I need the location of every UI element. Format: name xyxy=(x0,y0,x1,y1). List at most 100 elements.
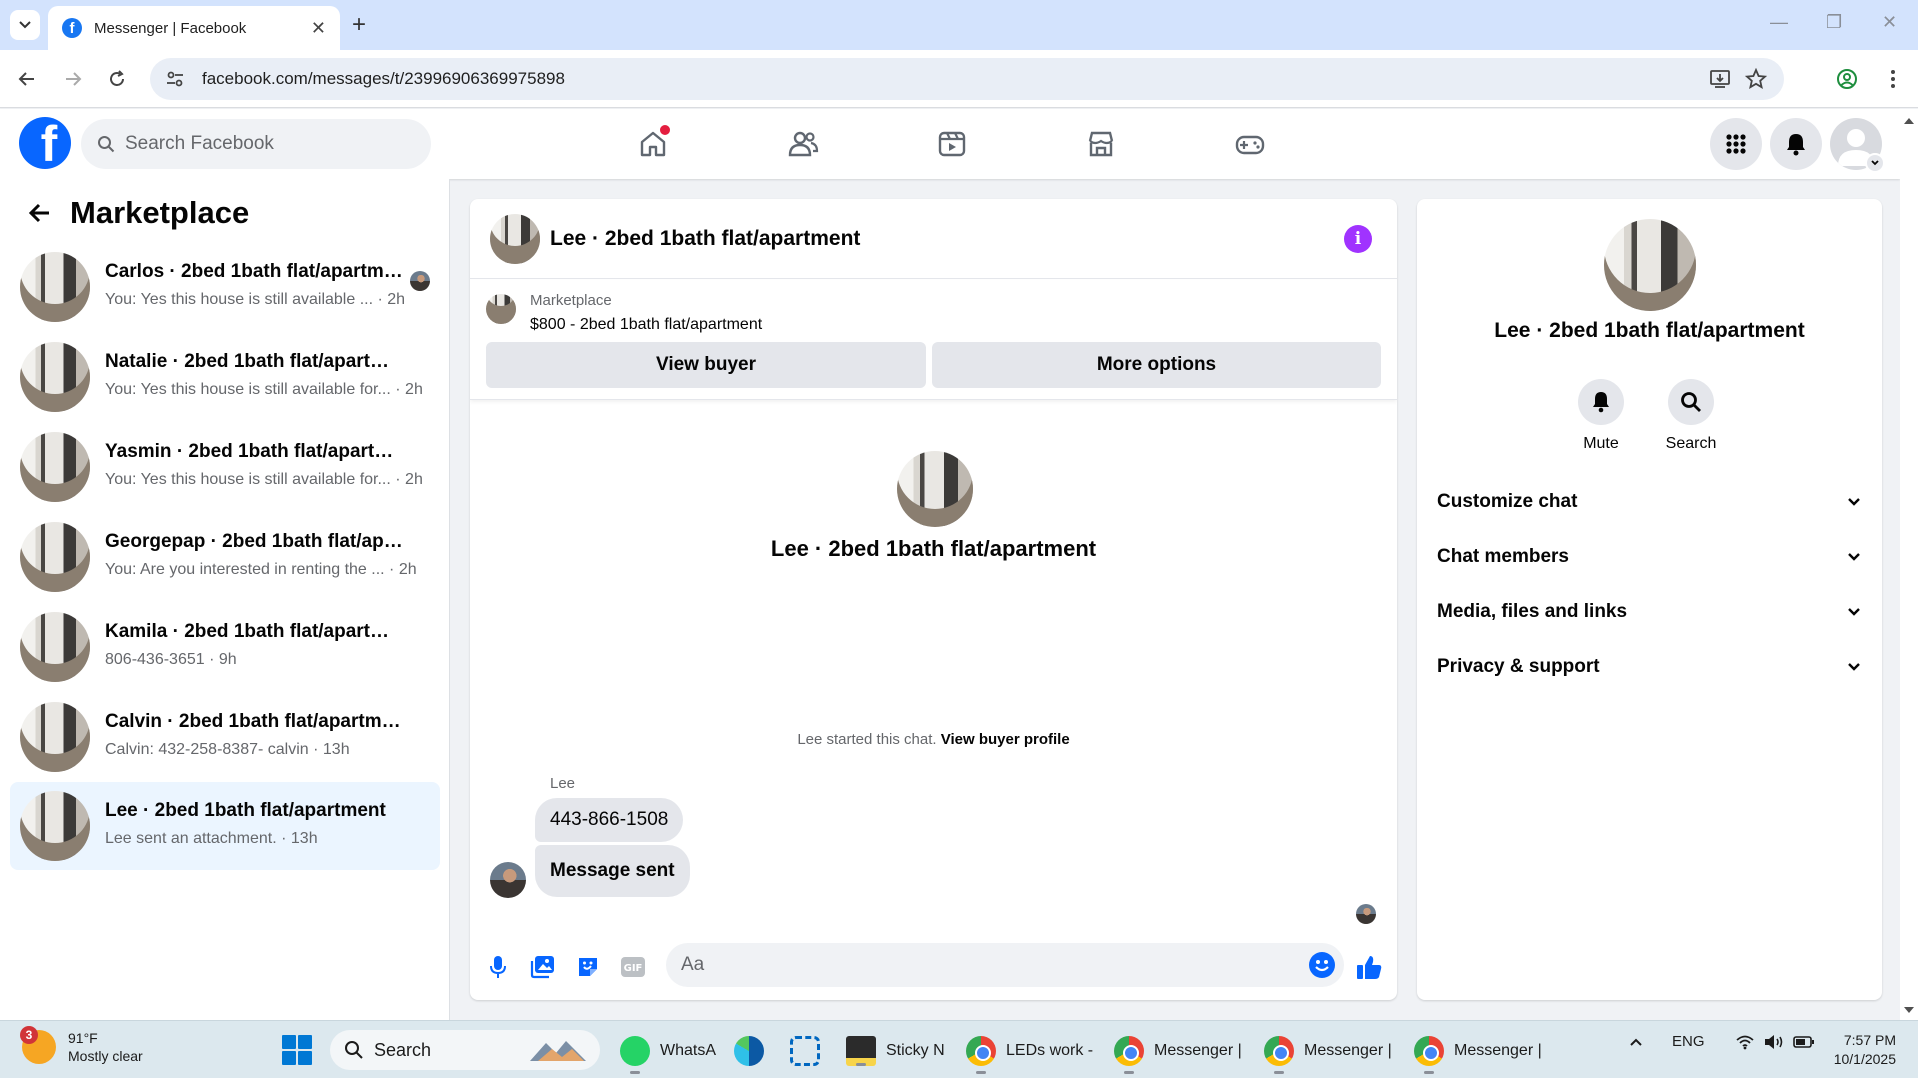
notifications-button[interactable] xyxy=(1770,118,1822,170)
language-indicator[interactable]: ENG xyxy=(1672,1033,1705,1050)
search-in-chat-button[interactable]: Search xyxy=(1651,379,1731,453)
search-highlight-icon xyxy=(530,1041,586,1061)
nav-video[interactable] xyxy=(897,119,1007,169)
browser-tab[interactable]: f Messenger | Facebook ✕ xyxy=(48,6,340,50)
close-tab-icon[interactable]: ✕ xyxy=(311,18,326,39)
wifi-icon[interactable] xyxy=(1735,1034,1755,1050)
close-window-icon[interactable]: ✕ xyxy=(1882,12,1897,33)
browser-tabstrip: f Messenger | Facebook ✕ + — ❐ ✕ xyxy=(0,0,1918,50)
browser-toolbar: facebook.com/messages/t/2399690636997589… xyxy=(0,50,1918,108)
snippet-time: · 2h xyxy=(395,471,423,488)
taskbar-sticky-notes[interactable]: Sticky N xyxy=(846,1031,945,1071)
account-chevron-icon[interactable] xyxy=(1865,153,1885,173)
listing-thumbnail[interactable] xyxy=(486,294,516,324)
conversation-item[interactable]: Kamila · 2bed 1bath flat/apartment 806-43… xyxy=(10,603,440,691)
taskbar-snipping-tool[interactable] xyxy=(790,1031,830,1071)
sender-name: Lee xyxy=(550,775,576,792)
message-input[interactable]: Aa xyxy=(666,943,1344,987)
view-buyer-profile-link[interactable]: View buyer profile xyxy=(941,731,1070,748)
taskbar-app-label: Messenger | xyxy=(1454,1042,1542,1059)
media-files-links-row[interactable]: Media, files and links xyxy=(1425,589,1874,635)
conversation-avatar xyxy=(20,342,90,412)
friends-icon xyxy=(788,131,819,157)
page-scrollbar[interactable] xyxy=(1900,109,1918,1020)
taskbar-app-label: Messenger | xyxy=(1154,1042,1242,1059)
scroll-down-icon[interactable] xyxy=(1900,1002,1918,1018)
chat-avatar[interactable] xyxy=(490,214,540,264)
bookmark-star-icon[interactable] xyxy=(1738,61,1774,97)
address-bar[interactable]: facebook.com/messages/t/2399690636997589… xyxy=(150,58,1784,100)
nav-home[interactable] xyxy=(598,119,708,169)
chevron-up-icon[interactable] xyxy=(1628,1034,1644,1050)
new-tab-button[interactable]: + xyxy=(352,11,366,39)
conversation-name: Calvin · 2bed 1bath flat/apartment xyxy=(105,711,405,732)
nav-friends[interactable] xyxy=(748,119,858,169)
chevron-down-icon xyxy=(1848,663,1860,671)
back-button[interactable] xyxy=(10,62,44,96)
gif-icon[interactable]: GIF xyxy=(615,949,651,985)
nav-gaming[interactable] xyxy=(1195,119,1305,169)
arrow-left-icon xyxy=(18,72,34,86)
chrome-icon xyxy=(1114,1036,1144,1074)
conversation-item[interactable]: Carlos · 2bed 1bath flat/apartme... You: … xyxy=(10,243,440,331)
snippet-text: Calvin: 432-258-8387- calvin xyxy=(105,741,309,758)
snippet-time: · 9h xyxy=(209,651,237,668)
volume-icon[interactable] xyxy=(1763,1034,1785,1050)
view-buyer-button[interactable]: View buyer xyxy=(486,342,926,388)
browser-menu-icon[interactable] xyxy=(1876,62,1910,96)
message-bubble[interactable]: Message sent xyxy=(535,845,690,897)
nav-marketplace[interactable] xyxy=(1046,119,1156,169)
chat-members-row[interactable]: Chat members xyxy=(1425,534,1874,580)
mute-button[interactable]: Mute xyxy=(1561,379,1641,453)
taskbar-edge[interactable] xyxy=(734,1031,774,1071)
facebook-search-input[interactable]: Search Facebook xyxy=(81,119,431,169)
site-info-icon[interactable] xyxy=(164,68,186,90)
whatsapp-icon xyxy=(620,1036,650,1074)
emoji-icon[interactable] xyxy=(1308,951,1336,979)
start-button[interactable] xyxy=(282,1035,312,1065)
info-icon[interactable]: i xyxy=(1344,225,1372,253)
weather-widget[interactable]: 3 91°F Mostly clear xyxy=(20,1026,143,1065)
chevron-down-icon xyxy=(1848,553,1860,561)
battery-icon[interactable] xyxy=(1792,1035,1815,1049)
chrome-icon xyxy=(1264,1036,1294,1074)
sender-avatar[interactable] xyxy=(490,862,526,898)
more-options-button[interactable]: More options xyxy=(932,342,1381,388)
conversation-item[interactable]: Lee · 2bed 1bath flat/apartment Lee sent … xyxy=(10,782,440,870)
scroll-up-icon[interactable] xyxy=(1900,113,1918,129)
taskbar-search[interactable]: Search xyxy=(330,1030,600,1070)
customize-chat-row[interactable]: Customize chat xyxy=(1425,479,1874,525)
taskbar-chrome-2[interactable]: Messenger | xyxy=(1114,1031,1242,1074)
like-button[interactable] xyxy=(1351,949,1387,985)
minimize-icon[interactable]: — xyxy=(1770,12,1788,33)
privacy-support-row[interactable]: Privacy & support xyxy=(1425,644,1874,690)
conversation-item[interactable]: Natalie · 2bed 1bath flat/apartment You: … xyxy=(10,333,440,421)
photo-icon[interactable] xyxy=(525,949,561,985)
profile-icon[interactable] xyxy=(1830,62,1864,96)
taskbar-chrome-1[interactable]: LEDs work - xyxy=(966,1031,1093,1074)
restore-icon[interactable]: ❐ xyxy=(1826,12,1842,33)
conversation-item[interactable]: Georgepap · 2bed 1bath flat/apart... You:… xyxy=(10,513,440,601)
taskbar-chrome-4[interactable]: Messenger | xyxy=(1414,1031,1542,1074)
clock[interactable]: 7:57 PM 10/1/2025 xyxy=(1826,1031,1896,1069)
tab-search-button[interactable] xyxy=(10,10,40,40)
conversation-item[interactable]: Calvin · 2bed 1bath flat/apartment Calvin… xyxy=(10,693,440,781)
chat-title[interactable]: Lee · 2bed 1bath flat/apartment xyxy=(550,227,860,251)
section-label: Privacy & support xyxy=(1437,656,1600,677)
taskbar-chrome-3[interactable]: Messenger | xyxy=(1264,1031,1392,1074)
install-app-icon[interactable] xyxy=(1702,61,1738,97)
info-avatar[interactable] xyxy=(1604,219,1696,311)
message-bubble[interactable]: 443-866-1508 xyxy=(535,798,684,842)
voice-clip-icon[interactable] xyxy=(480,949,516,985)
listing-banner: Marketplace $800 - 2bed 1bath flat/apart… xyxy=(470,280,1397,400)
facebook-logo[interactable]: f xyxy=(19,117,71,169)
sticker-icon[interactable] xyxy=(570,949,606,985)
listing-price[interactable]: $800 - 2bed 1bath flat/apartment xyxy=(530,316,762,334)
menu-button[interactable] xyxy=(1710,118,1762,170)
back-button[interactable] xyxy=(20,193,60,233)
conversation-item[interactable]: Yasmin · 2bed 1bath flat/apartment You: Y… xyxy=(10,423,440,511)
reload-button[interactable] xyxy=(100,62,134,96)
search-icon xyxy=(98,136,115,153)
forward-button[interactable] xyxy=(56,62,90,96)
taskbar-whatsapp[interactable]: WhatsA xyxy=(620,1031,716,1074)
